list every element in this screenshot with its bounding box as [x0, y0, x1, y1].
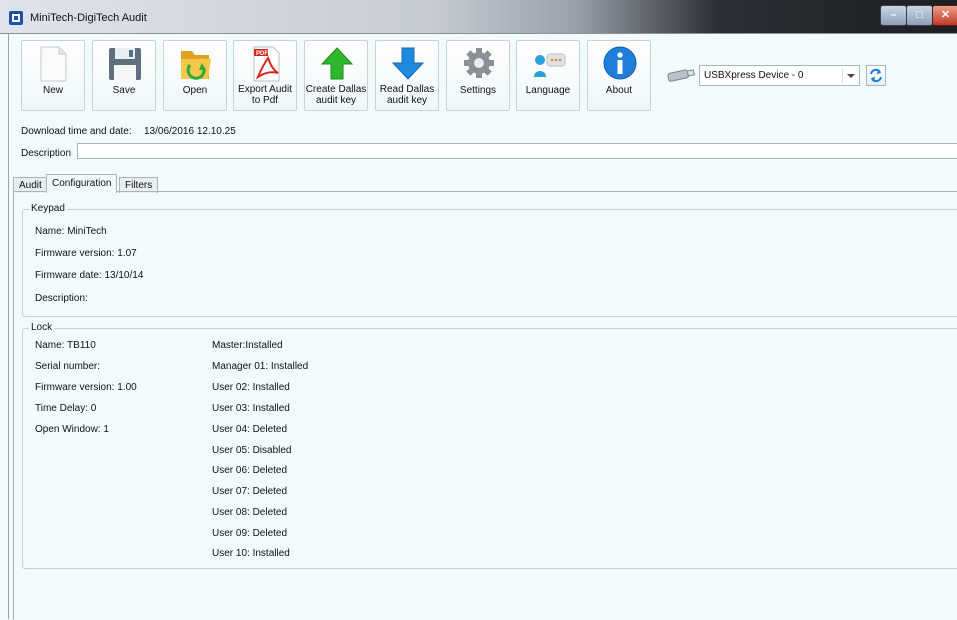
close-button[interactable]: ✕	[932, 5, 957, 26]
user-status: User 09: Deleted	[212, 528, 288, 539]
floppy-disk-icon	[109, 48, 141, 80]
lock-group: Lock Name: TB110 Serial number: Firmware…	[22, 322, 957, 569]
blue-down-arrow-icon	[391, 47, 425, 80]
user-status: User 02: Installed	[212, 382, 290, 393]
new-document-icon	[40, 46, 67, 82]
maximize-button[interactable]: □	[906, 5, 933, 26]
open-folder-icon	[181, 51, 211, 80]
export-audit-pdf-button[interactable]: PDF Export Audit to Pdf	[233, 40, 297, 111]
tab-configuration[interactable]: Configuration	[46, 174, 118, 193]
green-up-arrow-icon	[320, 47, 354, 80]
description-input[interactable]	[77, 143, 957, 159]
user-status: User 05: Disabled	[212, 445, 292, 456]
device-select-value: USBXpress Device - 0	[704, 70, 804, 81]
new-label: New	[42, 85, 63, 96]
create-dallas-key-label: Create Dallas audit key	[305, 84, 367, 106]
lock-open-window: Open Window: 1	[35, 424, 109, 435]
lock-time-delay: Time Delay: 0	[35, 403, 97, 414]
lock-name: Name: TB110	[35, 340, 96, 351]
language-button[interactable]: Language	[516, 40, 580, 111]
read-dallas-key-label: Read Dallas audit key	[379, 84, 435, 106]
info-icon	[603, 46, 637, 80]
minimize-icon: –	[890, 9, 897, 21]
chevron-down-icon[interactable]	[842, 67, 858, 84]
pdf-icon: PDF	[253, 46, 280, 82]
open-label: Open	[182, 85, 208, 96]
window-title: MiniTech-DigiTech Audit	[30, 12, 147, 24]
export-audit-pdf-label: Export Audit to Pdf	[238, 84, 292, 106]
language-label: Language	[525, 85, 571, 96]
minimize-button[interactable]: –	[880, 5, 907, 26]
user-status: User 03: Installed	[212, 403, 290, 414]
refresh-icon	[870, 68, 882, 83]
download-time-label: Download time and date:	[21, 126, 132, 137]
about-label: About	[605, 85, 633, 96]
settings-button[interactable]: Settings	[446, 40, 510, 111]
lock-serial-number: Serial number:	[35, 361, 101, 372]
title-bar: MiniTech-DigiTech Audit – □ ✕	[0, 0, 957, 34]
refresh-button[interactable]	[866, 65, 886, 86]
keypad-group-title: Keypad	[29, 203, 67, 214]
about-button[interactable]: About	[587, 40, 651, 111]
save-label: Save	[112, 85, 136, 96]
create-dallas-key-button[interactable]: Create Dallas audit key	[304, 40, 368, 111]
user-status: User 10: Installed	[212, 548, 290, 559]
settings-label: Settings	[459, 85, 497, 96]
open-button[interactable]: Open	[163, 40, 227, 111]
maximize-icon: □	[916, 9, 923, 21]
new-button[interactable]: New	[21, 40, 85, 111]
gear-icon	[464, 48, 494, 78]
close-icon: ✕	[940, 9, 951, 21]
keypad-name: Name: MiniTech	[35, 226, 107, 237]
keypad-group: Keypad Name: MiniTech Firmware version: …	[22, 203, 957, 317]
usb-stick-icon	[667, 69, 695, 82]
keypad-firmware-date: Firmware date: 13/10/14	[35, 270, 144, 281]
user-status: User 07: Deleted	[212, 486, 288, 497]
keypad-firmware-version: Firmware version: 1.07	[35, 248, 137, 259]
user-status: Manager 01: Installed	[212, 361, 309, 372]
device-select[interactable]: USBXpress Device - 0	[699, 65, 860, 86]
user-status: User 04: Deleted	[212, 424, 288, 435]
keypad-description: Description:	[35, 293, 88, 304]
lock-group-title: Lock	[29, 322, 55, 333]
save-button[interactable]: Save	[92, 40, 156, 111]
user-status: User 08: Deleted	[212, 507, 288, 518]
read-dallas-key-button[interactable]: Read Dallas audit key	[375, 40, 439, 111]
user-status: Master:Installed	[212, 340, 283, 351]
main-window: New Save Open PDF Export Audit to Pdf Cr…	[8, 34, 957, 620]
lock-firmware-version: Firmware version: 1.00	[35, 382, 137, 393]
configuration-panel: Keypad Name: MiniTech Firmware version: …	[13, 191, 957, 620]
user-status: User 06: Deleted	[212, 465, 288, 476]
svg-text:PDF: PDF	[256, 51, 268, 57]
speech-bubble-icon	[534, 53, 566, 77]
description-label: Description	[21, 148, 72, 159]
download-time-value: 13/06/2016 12.10.25	[144, 126, 236, 137]
app-icon	[9, 11, 23, 25]
